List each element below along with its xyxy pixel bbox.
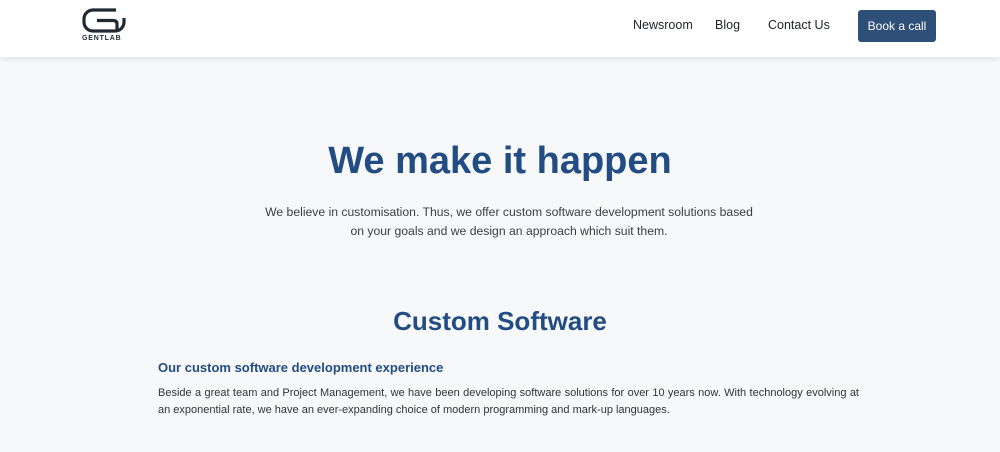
book-a-call-button[interactable]: Book a call [858,10,936,42]
nav-contact-link[interactable]: Contact Us [768,18,830,32]
hero-subtitle: We believe in customisation. Thus, we of… [265,205,753,238]
site-header: GENTLAB Newsroom Blog Contact Us Book a … [0,0,1000,57]
hero-title: We make it happen [328,140,672,182]
section-title: Custom Software [393,306,607,336]
section-subheading: Our custom software development experien… [158,360,444,375]
nav-blog-link[interactable]: Blog [715,18,740,32]
gentlab-logo[interactable]: GENTLAB [82,8,128,44]
nav-newsroom-link[interactable]: Newsroom [633,18,693,32]
gentlab-logo-icon [82,8,126,33]
section-body-text: Beside a great team and Project Manageme… [158,387,859,416]
logo-wordmark: GENTLAB [82,35,122,42]
